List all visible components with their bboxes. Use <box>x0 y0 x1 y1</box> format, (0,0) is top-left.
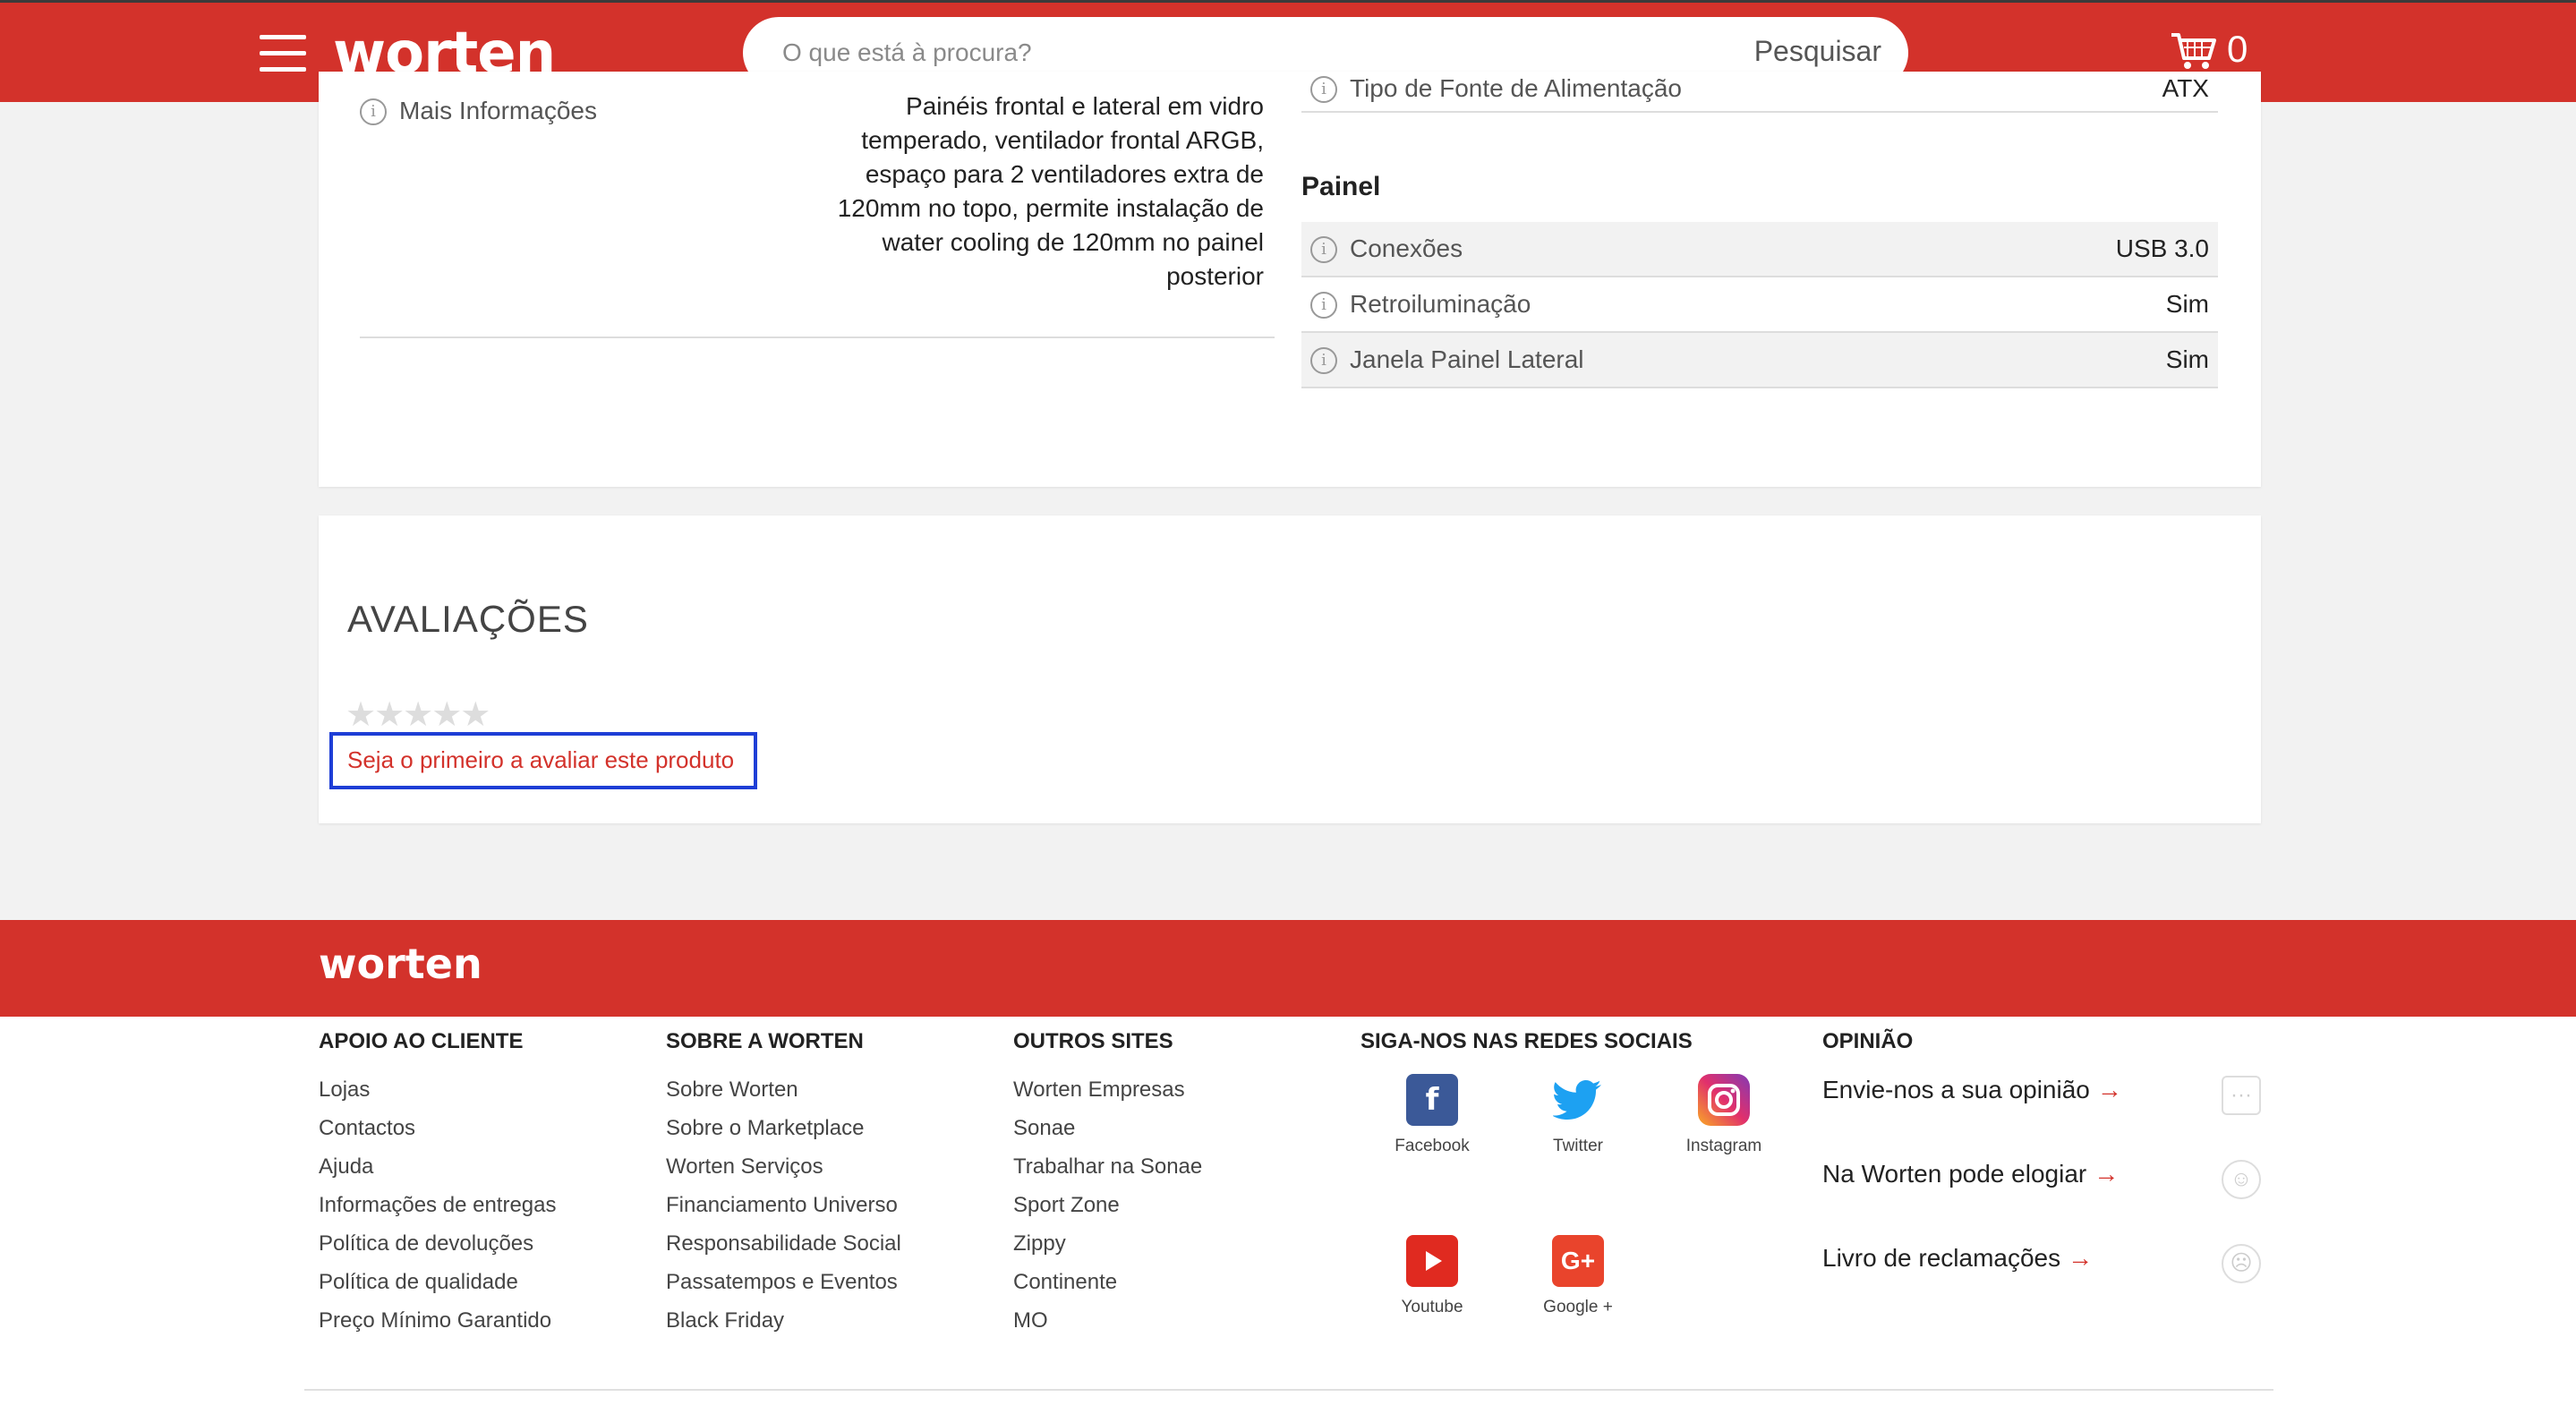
footer-heading: APOIO AO CLIENTE <box>319 1029 524 1053</box>
footer-link[interactable]: Lojas <box>319 1070 557 1109</box>
google-plus-link[interactable]: G+ Google + <box>1524 1235 1632 1317</box>
spec-label: Tipo de Fonte de Alimentação <box>1350 74 1682 102</box>
footer-link[interactable]: Worten Serviços <box>666 1147 901 1186</box>
footer-col-sobre: SOBRE A WORTEN Sobre Worten Sobre o Mark… <box>666 1029 901 1340</box>
spec-value: USB 3.0 <box>2115 234 2209 262</box>
info-icon[interactable]: i <box>1310 236 1337 263</box>
footer-link[interactable]: Zippy <box>1013 1224 1202 1263</box>
menu-icon[interactable] <box>260 35 306 72</box>
footer-col-social: SIGA-NOS NAS REDES SOCIAIS <box>1361 1029 1693 1070</box>
rating-stars: ★★★★★ <box>345 696 490 734</box>
footer-col-opiniao: OPINIÃO <box>1822 1029 1913 1070</box>
spec-value: Sim <box>2165 290 2209 318</box>
spec-value: Sim <box>2165 345 2209 373</box>
smiley-sad-icon: ☹ <box>2222 1244 2261 1283</box>
footer-link[interactable]: Sonae <box>1013 1109 1202 1147</box>
search-input[interactable] <box>782 35 1588 71</box>
footer-link[interactable]: Worten Empresas <box>1013 1070 1202 1109</box>
footer-link[interactable]: Informações de entregas <box>319 1186 557 1224</box>
footer-link[interactable]: Trabalhar na Sonae <box>1013 1147 1202 1186</box>
footer-link[interactable]: Política de qualidade <box>319 1263 557 1301</box>
footer-link[interactable]: Ajuda <box>319 1147 557 1186</box>
twitter-link[interactable]: Twitter <box>1524 1074 1632 1156</box>
send-opinion-link[interactable]: Envie-nos a sua opinião → ··· <box>1822 1076 2261 1115</box>
footer-link[interactable]: Política de devoluções <box>319 1224 557 1263</box>
info-icon[interactable]: i <box>1310 76 1337 103</box>
spec-side-window: i Janela Painel Lateral Sim <box>1301 333 2218 388</box>
social-label: Twitter <box>1553 1137 1603 1155</box>
twitter-icon <box>1552 1074 1604 1126</box>
spec-value: Painéis frontal e lateral em vidro tempe… <box>837 92 1264 290</box>
spec-label: Janela Painel Lateral <box>1350 345 1584 373</box>
footer-heading: OPINIÃO <box>1822 1029 1914 1053</box>
social-label: Facebook <box>1395 1137 1470 1155</box>
footer-link[interactable]: Preço Mínimo Garantido <box>319 1301 557 1340</box>
footer-link[interactable]: Continente <box>1013 1263 1202 1301</box>
footer-col-outros: OUTROS SITES Worten Empresas Sonae Traba… <box>1013 1029 1202 1340</box>
footer-link[interactable]: MO <box>1013 1301 1202 1340</box>
specifications-card: i Mais Informações Painéis frontal e lat… <box>319 72 2261 487</box>
footer-heading: OUTROS SITES <box>1013 1029 1173 1053</box>
info-icon[interactable]: i <box>360 98 387 125</box>
complaints-book-link[interactable]: Livro de reclamações → ☹ <box>1822 1244 2261 1283</box>
spec-power-supply: i Tipo de Fonte de Alimentação ATX <box>1301 66 2218 113</box>
footer-heading: SIGA-NOS NAS REDES SOCIAIS <box>1361 1029 1693 1053</box>
info-icon[interactable]: i <box>1310 347 1337 374</box>
reviews-card: AVALIAÇÕES ★★★★★ Seja o primeiro a avali… <box>319 515 2261 823</box>
youtube-link[interactable]: Youtube <box>1378 1235 1486 1317</box>
spec-connections: i Conexões USB 3.0 <box>1301 222 2218 277</box>
footer-bar: worten <box>0 920 2576 1017</box>
social-label: Google + <box>1543 1298 1613 1316</box>
chat-bubble-icon: ··· <box>2222 1076 2261 1115</box>
footer-link[interactable]: Black Friday <box>666 1301 901 1340</box>
footer-link[interactable]: Responsabilidade Social <box>666 1224 901 1263</box>
opinion-label: Envie-nos a sua opinião <box>1822 1076 2090 1103</box>
compliment-link[interactable]: Na Worten pode elogiar → ☺ <box>1822 1160 2261 1199</box>
spec-value: ATX <box>2162 74 2209 102</box>
footer-link[interactable]: Sobre o Marketplace <box>666 1109 901 1147</box>
first-review-highlight: Seja o primeiro a avaliar este produto <box>329 732 757 789</box>
arrow-right-icon: → <box>2094 1160 2120 1188</box>
opinion-label: Na Worten pode elogiar <box>1822 1160 2087 1188</box>
social-label: Instagram <box>1685 1137 1762 1155</box>
spec-label: Retroiluminação <box>1350 290 1531 318</box>
spec-backlight: i Retroiluminação Sim <box>1301 277 2218 333</box>
info-icon[interactable]: i <box>1310 292 1337 319</box>
footer-logo[interactable]: worten <box>319 940 482 988</box>
google-plus-icon: G+ <box>1552 1235 1604 1287</box>
cart-icon <box>2171 33 2216 69</box>
footer-link[interactable]: Sport Zone <box>1013 1186 1202 1224</box>
spec-label: Conexões <box>1350 234 1463 262</box>
opinion-label: Livro de reclamações <box>1822 1244 2061 1272</box>
spec-more-info: i Mais Informações Painéis frontal e lat… <box>360 92 1275 338</box>
social-label: Youtube <box>1401 1298 1463 1316</box>
arrow-right-icon: → <box>2068 1244 2094 1272</box>
first-review-link[interactable]: Seja o primeiro a avaliar este produto <box>347 746 734 774</box>
footer-divider <box>304 1389 2273 1391</box>
spec-label: Mais Informações <box>399 97 597 124</box>
footer-link[interactable]: Financiamento Universo <box>666 1186 901 1224</box>
smiley-happy-icon: ☺ <box>2222 1160 2261 1199</box>
footer-link[interactable]: Sobre Worten <box>666 1070 901 1109</box>
youtube-icon <box>1406 1235 1458 1287</box>
instagram-icon <box>1698 1074 1750 1126</box>
panel-section-title: Painel <box>1301 172 1381 201</box>
reviews-title: AVALIAÇÕES <box>347 598 589 640</box>
cart-count: 0 <box>2227 28 2248 70</box>
facebook-link[interactable]: f Facebook <box>1378 1074 1486 1156</box>
search-button[interactable]: Pesquisar <box>1754 35 1881 68</box>
facebook-icon: f <box>1406 1074 1458 1126</box>
arrow-right-icon: → <box>2096 1076 2122 1103</box>
instagram-link[interactable]: Instagram <box>1670 1074 1778 1156</box>
footer-col-apoio: APOIO AO CLIENTE Lojas Contactos Ajuda I… <box>319 1029 557 1340</box>
footer-link[interactable]: Contactos <box>319 1109 557 1147</box>
footer: APOIO AO CLIENTE Lojas Contactos Ajuda I… <box>0 1017 2576 1414</box>
footer-link[interactable]: Passatempos e Eventos <box>666 1263 901 1301</box>
footer-heading: SOBRE A WORTEN <box>666 1029 864 1053</box>
